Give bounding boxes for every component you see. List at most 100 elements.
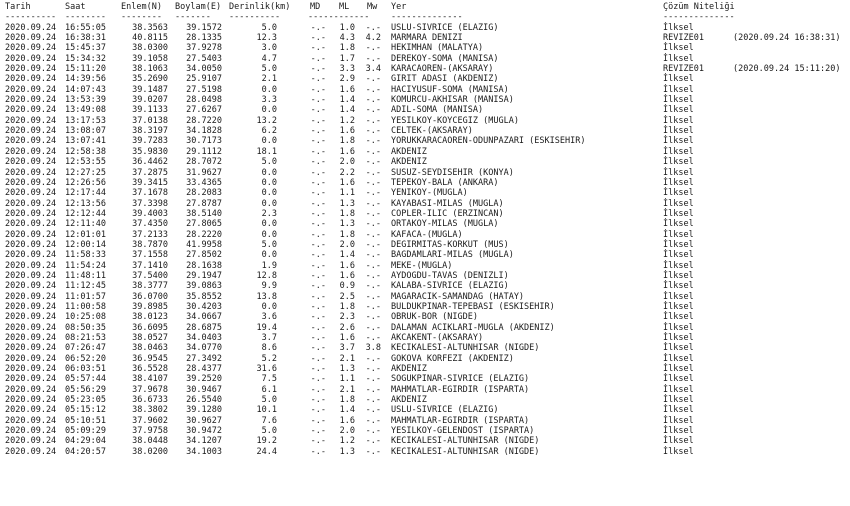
event-longitude: 28.7072 [186,157,222,168]
event-ml: 1.6 [339,84,355,95]
event-quality: İlksel [663,353,694,364]
event-latitude: 38.0448 [132,436,168,447]
event-longitude: 28.1335 [186,33,222,44]
event-depth: 4.7 [261,53,277,64]
event-latitude: 37.1678 [132,188,168,199]
event-quality: İlksel [663,115,694,126]
event-longitude: 28.1638 [186,260,222,271]
event-time: 08:50:35 [65,322,106,333]
event-ml: 1.8 [339,395,355,406]
event-depth: 3.7 [261,333,277,343]
event-ml: 1.8 [339,301,355,312]
event-date: 2020.09.24 [5,53,57,64]
event-latitude: 37.2875 [132,167,168,178]
event-quality: İlksel [663,43,694,54]
event-location: KAFACA-(MUGLA) [391,229,463,240]
event-date: 2020.09.24 [5,250,57,261]
event-latitude: 37.2133 [132,229,168,240]
event-depth: 10.1 [256,405,277,416]
table-row: 2020.09.24 13:08:07 38.3197 34.1828 6.2 -.- 1.… [5,126,850,136]
table-row: 2020.09.24 05:57:44 38.4107 39.2520 7.5 -.- 1.… [5,374,850,384]
event-longitude: 34.1828 [186,126,222,137]
event-quality: İlksel [663,270,694,281]
event-time: 12:58:38 [65,146,106,157]
event-latitude: 38.0200 [132,446,168,457]
event-mw: -.- [365,395,381,406]
event-latitude: 36.9545 [132,353,168,364]
event-time: 14:07:43 [65,84,106,95]
event-md: -.- [310,208,326,219]
event-longitude: 39.1572 [186,22,222,33]
event-md: -.- [310,177,326,188]
event-mw: -.- [365,95,381,106]
event-time: 04:29:04 [65,436,106,447]
event-date: 2020.09.24 [5,301,57,312]
event-mw: -.- [365,188,381,199]
event-latitude: 39.8985 [132,301,168,312]
event-location: CELTEK-(AKSARAY) [391,126,473,137]
event-md: -.- [310,136,326,147]
event-mw: -.- [365,446,381,457]
event-longitude: 27.8065 [186,219,222,230]
event-quality: İlksel [663,446,694,457]
event-longitude: 27.5403 [186,53,222,64]
event-md: -.- [310,446,326,457]
event-depth: 0.0 [261,229,277,240]
event-md: -.- [310,312,326,323]
event-quality: İlksel [663,301,694,312]
event-mw: -.- [365,229,381,240]
event-time: 13:53:39 [65,95,106,106]
event-mw: 3.8 [365,343,381,354]
event-location: USLU-SIVRICE (ELAZIG) [391,405,499,416]
event-date: 2020.09.24 [5,343,57,354]
event-quality: İlksel [663,384,694,395]
event-mw: -.- [365,198,381,209]
event-date: 2020.09.24 [5,126,57,137]
event-time: 14:39:56 [65,74,106,85]
event-ml: 1.4 [339,105,355,116]
event-mw: -.- [365,136,381,147]
event-mw: -.- [365,208,381,219]
event-time: 11:01:57 [65,291,106,302]
event-location: KOMURCU-AKHISAR (MANISA) [391,95,514,106]
event-location: AKCAKENT-(AKSARAY) [391,333,484,343]
event-latitude: 37.9602 [132,415,168,426]
event-md: -.- [310,157,326,168]
table-row: 2020.09.24 12:26:56 39.3415 33.4365 0.0 -.- 1.… [5,178,850,188]
event-depth: 8.6 [261,343,277,354]
table-row: 2020.09.24 11:48:11 37.5400 29.1947 12.8 -.- 1… [5,271,850,281]
event-mw: -.- [365,322,381,333]
event-location: DEGIRMITAS-KORKUT (MUS) [391,239,509,250]
table-row: 2020.09.24 15:11:20 38.1063 34.0050 5.0 -.- 3.… [5,64,850,74]
event-mw: -.- [365,384,381,395]
event-quality: İlksel [663,395,694,406]
table-row: 2020.09.24 11:54:24 37.1410 28.1638 1.9 -.- 1.… [5,261,850,271]
event-longitude: 28.0498 [186,95,222,106]
event-ml: 4.3 [339,33,355,44]
event-longitude: 39.2520 [186,374,222,385]
table-row: 2020.09.24 13:17:53 37.0138 28.7220 13.2 -.- 1… [5,116,850,126]
event-depth: 12.3 [256,33,277,44]
separator-depth: ---------- [229,12,281,23]
table-row: 2020.09.24 08:50:35 36.6095 28.6875 19.4 -.- 2… [5,323,850,333]
event-mw: -.- [365,270,381,281]
event-time: 15:45:37 [65,43,106,54]
event-location: AKDENIZ [391,395,427,406]
event-md: -.- [310,146,326,157]
event-depth: 5.2 [261,353,277,364]
event-depth: 3.3 [261,95,277,106]
event-time: 13:07:41 [65,136,106,147]
table-row: 2020.09.24 06:52:20 36.9545 27.3492 5.2 -.- 2.… [5,354,850,364]
event-ml: 1.6 [339,260,355,271]
event-location: KECIKALESI-ALTUNHISAR (NIGDE) [391,343,540,354]
event-longitude: 34.0403 [186,333,222,343]
event-ml: 2.3 [339,312,355,323]
event-ml: 1.6 [339,333,355,343]
event-date: 2020.09.24 [5,395,57,406]
event-mw: -.- [365,219,381,230]
event-quality: İlksel [663,426,694,437]
event-latitude: 37.5400 [132,270,168,281]
event-depth: 0.0 [261,105,277,116]
event-location: MEKE-(MUGLA) [391,260,453,271]
event-location: DEREKOY-SOMA (MANISA) [391,53,499,64]
